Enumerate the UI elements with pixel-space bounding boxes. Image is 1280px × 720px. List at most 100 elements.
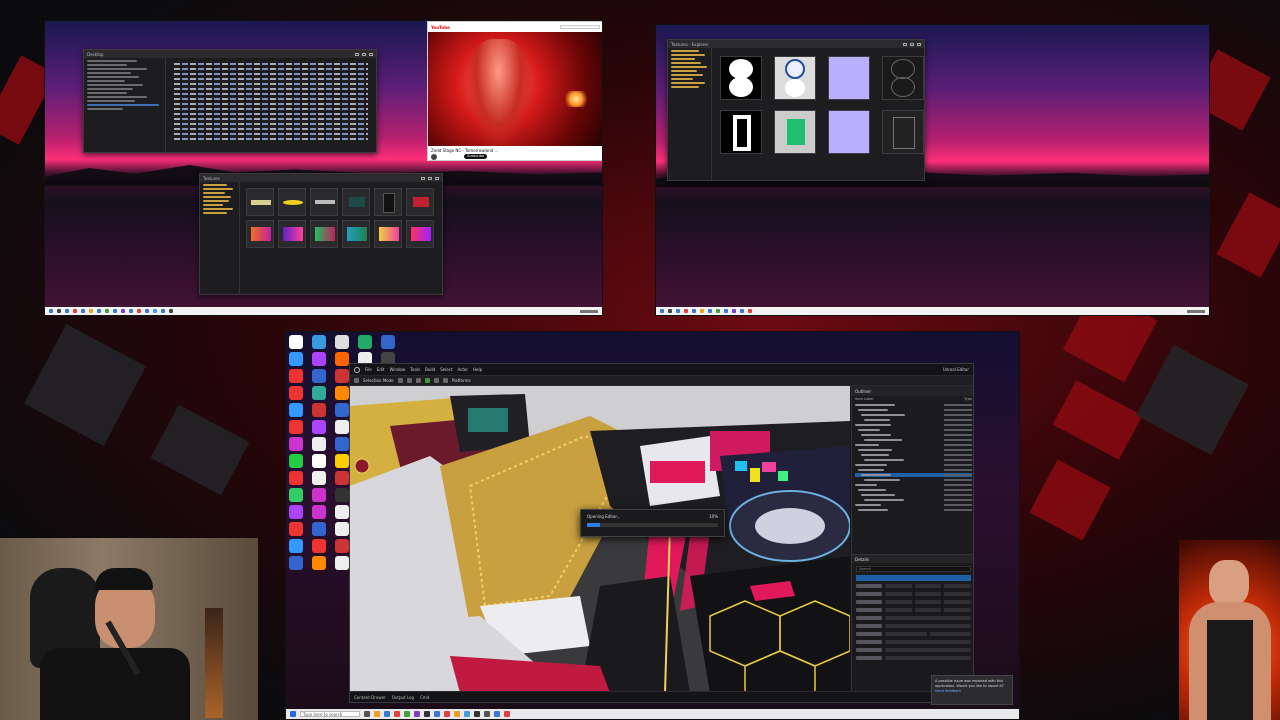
cmd-input[interactable]: Cmd	[420, 695, 429, 700]
window-title: Unreal Editor	[942, 367, 969, 372]
outliner-row[interactable]	[855, 443, 972, 447]
unreal-editor-window[interactable]: File Edit Window Tools Build Select Acto…	[349, 363, 974, 703]
video-title[interactable]: Zedd Stage NC - Tomorrowland ...	[431, 148, 498, 153]
details-panel[interactable]: Details Search	[852, 554, 973, 693]
outliner-list[interactable]	[852, 403, 973, 512]
asset-thumbnail[interactable]	[246, 220, 274, 248]
main-screen: File Edit Window Tools Build Select Acto…	[285, 331, 1020, 720]
video-player[interactable]	[428, 32, 602, 146]
play-icon[interactable]	[424, 378, 430, 383]
bottom-bar[interactable]: Content Drawer Output Log Cmd	[350, 691, 973, 702]
texture-explorer-window[interactable]: Textures - Explorer	[667, 39, 925, 181]
taskbar[interactable]	[45, 307, 602, 315]
asset-thumbnail[interactable]	[374, 220, 402, 248]
selection-mode-button[interactable]: Selection Mode	[363, 378, 394, 383]
asset-browser-window[interactable]: Textures	[199, 173, 443, 295]
outliner-row[interactable]	[855, 408, 972, 412]
video-window[interactable]: YouTube Zedd Stage NC - Tomorrowland ...…	[427, 21, 602, 161]
texture-thumbnail[interactable]	[720, 56, 762, 100]
platforms-button[interactable]: Platforms	[452, 378, 471, 383]
subscribe-button[interactable]: Subscribe	[464, 154, 488, 159]
texture-thumbnail[interactable]	[828, 110, 870, 154]
folder-tree[interactable]	[84, 58, 166, 152]
stop-icon[interactable]	[442, 378, 448, 383]
blueprint-icon[interactable]	[406, 378, 412, 383]
explorer-window[interactable]: Desktop	[83, 49, 377, 153]
outliner-row[interactable]	[855, 433, 972, 437]
character-overlay	[1179, 540, 1280, 720]
outliner-row[interactable]	[855, 453, 972, 457]
search-input[interactable]	[560, 25, 600, 29]
asset-thumbnail[interactable]	[406, 188, 434, 216]
menu-help[interactable]: Help	[473, 367, 482, 372]
texture-thumbnail[interactable]	[774, 110, 816, 154]
asset-thumbnail[interactable]	[342, 188, 370, 216]
outliner-row[interactable]	[855, 498, 972, 502]
menu-bar[interactable]: File Edit Window Tools Build Select Acto…	[350, 364, 973, 376]
outliner-row[interactable]	[855, 503, 972, 507]
folder-tree[interactable]	[200, 182, 240, 294]
avatar[interactable]	[431, 154, 437, 160]
outliner-row[interactable]	[855, 458, 972, 462]
menu-edit[interactable]: Edit	[377, 367, 385, 372]
taskbar[interactable]	[656, 307, 1209, 315]
start-icon[interactable]	[290, 711, 296, 717]
outliner-row[interactable]	[855, 468, 972, 472]
outliner-row[interactable]	[855, 478, 972, 482]
texture-thumbnail[interactable]	[828, 56, 870, 100]
character-head	[1209, 560, 1249, 606]
send-feedback-button[interactable]: Send feedback	[935, 689, 1009, 694]
asset-thumbnail[interactable]	[374, 188, 402, 216]
outliner-row[interactable]	[855, 413, 972, 417]
menu-tools[interactable]: Tools	[410, 367, 420, 372]
outliner-row[interactable]	[855, 448, 972, 452]
menu-window[interactable]: Window	[389, 367, 405, 372]
column-type[interactable]: Type	[964, 397, 972, 401]
progress-track	[587, 523, 718, 527]
outliner-row[interactable]	[855, 438, 972, 442]
taskbar-search[interactable]: Type here to search	[300, 711, 360, 717]
progress-fill	[587, 523, 601, 527]
asset-thumbnail[interactable]	[278, 220, 306, 248]
outliner-row[interactable]	[855, 403, 972, 407]
outliner-row[interactable]	[855, 463, 972, 467]
outliner-row[interactable]	[855, 473, 972, 477]
cinematics-icon[interactable]	[415, 378, 421, 383]
outliner-row[interactable]	[855, 418, 972, 422]
texture-thumbnail[interactable]	[882, 56, 924, 100]
outliner-row[interactable]	[855, 508, 972, 512]
asset-thumbnail[interactable]	[310, 188, 338, 216]
asset-thumbnail[interactable]	[278, 188, 306, 216]
menu-file[interactable]: File	[365, 367, 372, 372]
menu-actor[interactable]: Actor	[457, 367, 468, 372]
outliner-row[interactable]	[855, 483, 972, 487]
content-drawer-button[interactable]: Content Drawer	[354, 695, 386, 700]
asset-thumbnail[interactable]	[342, 220, 370, 248]
save-icon[interactable]	[354, 378, 359, 383]
selected-actor-row[interactable]	[856, 575, 971, 581]
outliner-row[interactable]	[855, 428, 972, 432]
outliner-panel[interactable]: Outliner Item Label Type Details Search	[851, 386, 973, 693]
column-item-label[interactable]: Item Label	[855, 397, 874, 401]
folder-tree[interactable]	[668, 48, 712, 180]
asset-thumbnail[interactable]	[246, 188, 274, 216]
details-search-input[interactable]: Search	[856, 566, 971, 572]
toolbar[interactable]: Selection Mode Platforms	[350, 376, 973, 386]
outliner-row[interactable]	[855, 493, 972, 497]
add-icon[interactable]	[397, 378, 403, 383]
outliner-row[interactable]	[855, 488, 972, 492]
asset-thumbnail[interactable]	[310, 220, 338, 248]
asset-thumbnail[interactable]	[406, 220, 434, 248]
texture-thumbnail[interactable]	[720, 110, 762, 154]
error-notification[interactable]: A possible issue was reported with this …	[931, 675, 1013, 705]
level-viewport[interactable]: Opening Editor... 10%	[350, 386, 850, 693]
menu-build[interactable]: Build	[425, 367, 435, 372]
texture-thumbnail[interactable]	[774, 56, 816, 100]
taskbar[interactable]: Type here to search	[286, 709, 1019, 719]
menu-select[interactable]: Select	[440, 367, 452, 372]
pause-icon[interactable]	[433, 378, 439, 383]
outliner-row[interactable]	[855, 423, 972, 427]
texture-thumbnail[interactable]	[882, 110, 924, 154]
youtube-logo[interactable]: YouTube	[431, 25, 450, 30]
output-log-button[interactable]: Output Log	[392, 695, 414, 700]
